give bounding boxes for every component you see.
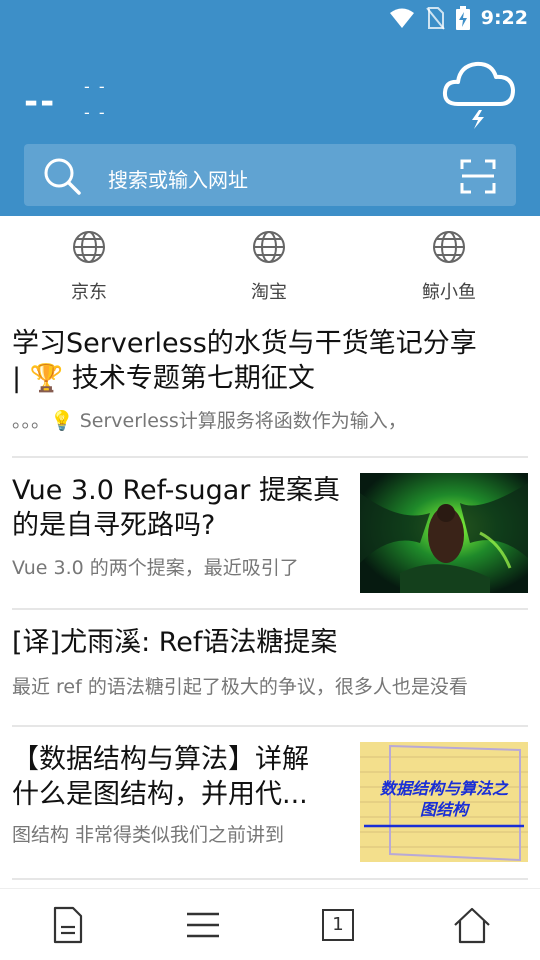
shortcut-label: 淘宝 [251,282,287,303]
article-title-line: 什么是图结构，并用代... [12,779,308,810]
divider [12,878,528,880]
divider [12,456,528,458]
cloud-thunder-icon [442,61,515,129]
shortcut-jingxiaoyu[interactable]: 鲸小鱼 [389,230,509,304]
shortcut-label: 京东 [71,282,107,303]
shortcut-taobao[interactable]: 淘宝 [209,230,329,304]
article-title-line: 的是自寻死路吗? [12,510,216,541]
article-summary: 图结构 非常得类似我们之前讲到 [12,824,285,846]
article-title-line: 【数据结构与算法】详解 [12,744,309,775]
image-caption: 数据结构与算法之 图结构 [360,778,528,820]
article-card[interactable]: [译]尤雨溪: Ref语法糖提案 最近 ref 的语法糖引起了极大的争议，很多人… [12,625,528,720]
dragon-artwork-image [360,473,528,593]
status-time: 9:22 [480,7,528,29]
article-card[interactable]: 【数据结构与算法】详解 什么是图结构，并用代... 图结构 非常得类似我们之前讲… [12,742,528,862]
temperature-low: - - [84,103,107,122]
article-title: 学习Serverless的水货与干货笔记分享 | 🏆 技术专题第七期征文 [12,326,528,396]
article-title: 【数据结构与算法】详解 什么是图结构，并用代... [12,742,352,812]
article-summary: Vue 3.0 的两个提案，最近吸引了 [12,557,299,579]
header: 9:22 -- - - - - 搜索或输入网址 [0,0,540,216]
battery-charging-icon [455,6,470,30]
home-icon[interactable] [452,905,492,945]
article-title: [译]尤雨溪: Ref语法糖提案 [12,627,338,658]
globe-icon [433,231,465,263]
document-icon[interactable] [48,905,88,945]
search-placeholder: 搜索或输入网址 [108,168,248,192]
menu-icon[interactable] [183,905,223,945]
temperature-range: - - - - [84,74,107,126]
article-thumbnail: 数据结构与算法之 图结构 [360,742,528,862]
article-card[interactable]: Vue 3.0 Ref-sugar 提案真 的是自寻死路吗? Vue 3.0 的… [12,473,528,593]
image-caption-line: 数据结构与算法之 [379,779,508,798]
globe-icon [73,231,105,263]
article-title-line: | 🏆 技术专题第七期征文 [12,363,315,394]
temperature-high: - - [84,77,107,96]
article-title-line: 学习Serverless的水货与干货笔记分享 [12,328,477,359]
article-title-line: Vue 3.0 Ref-sugar 提案真 [12,475,340,506]
shortcut-label: 鲸小鱼 [422,282,476,303]
tabs-button[interactable]: 1 [318,905,358,945]
status-bar: 9:22 [0,0,540,36]
scan-icon[interactable] [460,158,496,194]
divider [12,608,528,610]
wifi-icon [389,8,414,28]
search-icon [44,158,81,195]
no-sim-icon [425,7,445,30]
tab-count: 1 [322,909,354,941]
image-caption-line: 图结构 [419,800,468,819]
article-thumbnail [360,473,528,593]
search-bar[interactable]: 搜索或输入网址 [24,144,516,206]
status-icons: 9:22 [389,6,528,30]
current-temperature: -- [24,82,57,122]
article-card[interactable]: 学习Serverless的水货与干货笔记分享 | 🏆 技术专题第七期征文 。。。… [12,326,528,456]
divider [12,725,528,727]
shortcut-jd[interactable]: 京东 [29,230,149,304]
weather-widget[interactable]: -- - - - - [0,60,540,140]
bottom-navigation: 1 [0,888,540,960]
article-title: Vue 3.0 Ref-sugar 提案真 的是自寻死路吗? [12,473,352,543]
shortcut-grid: 京东 淘宝 鲸小鱼 [0,230,540,310]
globe-icon [253,231,285,263]
article-summary: 最近 ref 的语法糖引起了极大的争议，很多人也是没看 [12,676,468,698]
article-summary: 。。。💡 Serverless计算服务将函数作为输入， [12,410,407,432]
